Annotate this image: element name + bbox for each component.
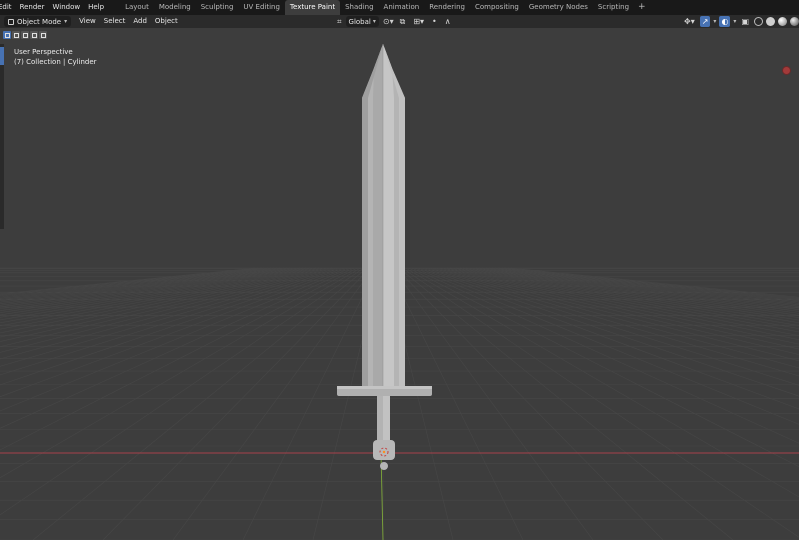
viewport-menu: View Select Add Object [75, 15, 182, 28]
transform-tools: ⌗ Global ▾ ⊙▾ ⧉ ⊞▾ • ∧ [337, 16, 453, 27]
mode-label: Object Mode [17, 17, 62, 26]
snap-target-icon[interactable]: ⊞▾ [411, 16, 426, 27]
visibility-icon[interactable]: ✥▾ [682, 16, 697, 27]
material-shading-icon[interactable] [778, 17, 787, 26]
add-workspace-button[interactable]: + [634, 0, 650, 15]
chevron-down-icon: ▾ [64, 18, 68, 25]
tab-animation[interactable]: Animation [379, 0, 425, 15]
menu-view[interactable]: View [75, 15, 100, 28]
orientation-label: Global [348, 17, 371, 26]
tab-sculpting[interactable]: Sculpting [196, 0, 239, 15]
display-tools: ✥▾ ↗ ▾ ◐ ▾ ▣ [682, 16, 799, 27]
chevron-down-icon[interactable]: ▾ [713, 18, 716, 25]
rendered-shading-icon[interactable] [790, 17, 799, 26]
tab-modeling[interactable]: Modeling [154, 0, 196, 15]
falloff-icon[interactable]: ∧ [443, 16, 453, 27]
menu-window[interactable]: Window [48, 0, 84, 15]
tab-texture-paint[interactable]: Texture Paint [284, 0, 341, 15]
menu-object[interactable]: Object [151, 15, 182, 28]
snap-icon[interactable]: ⧉ [398, 16, 408, 27]
pivot-icon[interactable]: ⊙▾ [383, 17, 394, 26]
menu-render[interactable]: Render [16, 0, 49, 15]
chevron-down-icon: ▾ [372, 18, 376, 25]
active-tool-indicator [0, 47, 4, 65]
tab-rendering[interactable]: Rendering [424, 0, 470, 15]
viewport-3d[interactable] [0, 28, 799, 540]
tab-compositing[interactable]: Compositing [470, 0, 524, 15]
menu-select[interactable]: Select [100, 15, 130, 28]
chevron-down-icon[interactable]: ▾ [733, 18, 736, 25]
menu-help[interactable]: Help [84, 0, 108, 15]
object-mode-icon [8, 18, 14, 25]
transform-orientation-icon: ⌗ [337, 16, 342, 26]
collection-info: (7) Collection | Cylinder [14, 58, 97, 66]
solid-shading-icon[interactable] [766, 17, 775, 26]
main-menu: Edit Render Window Help [0, 0, 108, 15]
tab-scripting[interactable]: Scripting [593, 0, 634, 15]
select-subtract-icon[interactable] [21, 31, 29, 39]
select-new-icon[interactable] [3, 31, 11, 39]
mode-dropdown[interactable]: Object Mode ▾ [4, 16, 72, 27]
record-icon[interactable] [782, 66, 791, 75]
tab-uv-editing[interactable]: UV Editing [238, 0, 285, 15]
sword-mesh[interactable] [337, 44, 432, 470]
select-extend-icon[interactable] [12, 31, 20, 39]
wireframe-shading-icon[interactable] [754, 17, 763, 26]
select-intersect-icon[interactable] [39, 31, 47, 39]
gizmo-icon[interactable]: ↗ [699, 16, 711, 27]
viewport-header: Object Mode ▾ View Select Add Object ⌗ G… [0, 15, 799, 28]
tab-shading[interactable]: Shading [340, 0, 378, 15]
select-mode-buttons [3, 31, 47, 39]
tab-geometry-nodes[interactable]: Geometry Nodes [524, 0, 593, 15]
menu-edit[interactable]: Edit [0, 0, 16, 15]
top-bar: Edit Render Window Help Layout Modeling … [0, 0, 799, 15]
viewport-info: User Perspective (7) Collection | Cylind… [14, 47, 97, 67]
menu-add[interactable]: Add [129, 15, 151, 28]
tab-layout[interactable]: Layout [120, 0, 154, 15]
xray-icon[interactable]: ▣ [739, 16, 751, 27]
overlay-icon[interactable]: ◐ [719, 16, 731, 27]
workspace-tabs: Layout Modeling Sculpting UV Editing Tex… [120, 0, 650, 15]
toolbar[interactable] [0, 44, 4, 229]
select-invert-icon[interactable] [30, 31, 38, 39]
proportional-edit-icon[interactable]: • [430, 16, 439, 27]
orientation-dropdown[interactable]: Global ▾ [345, 16, 379, 27]
view-name: User Perspective [14, 48, 73, 56]
